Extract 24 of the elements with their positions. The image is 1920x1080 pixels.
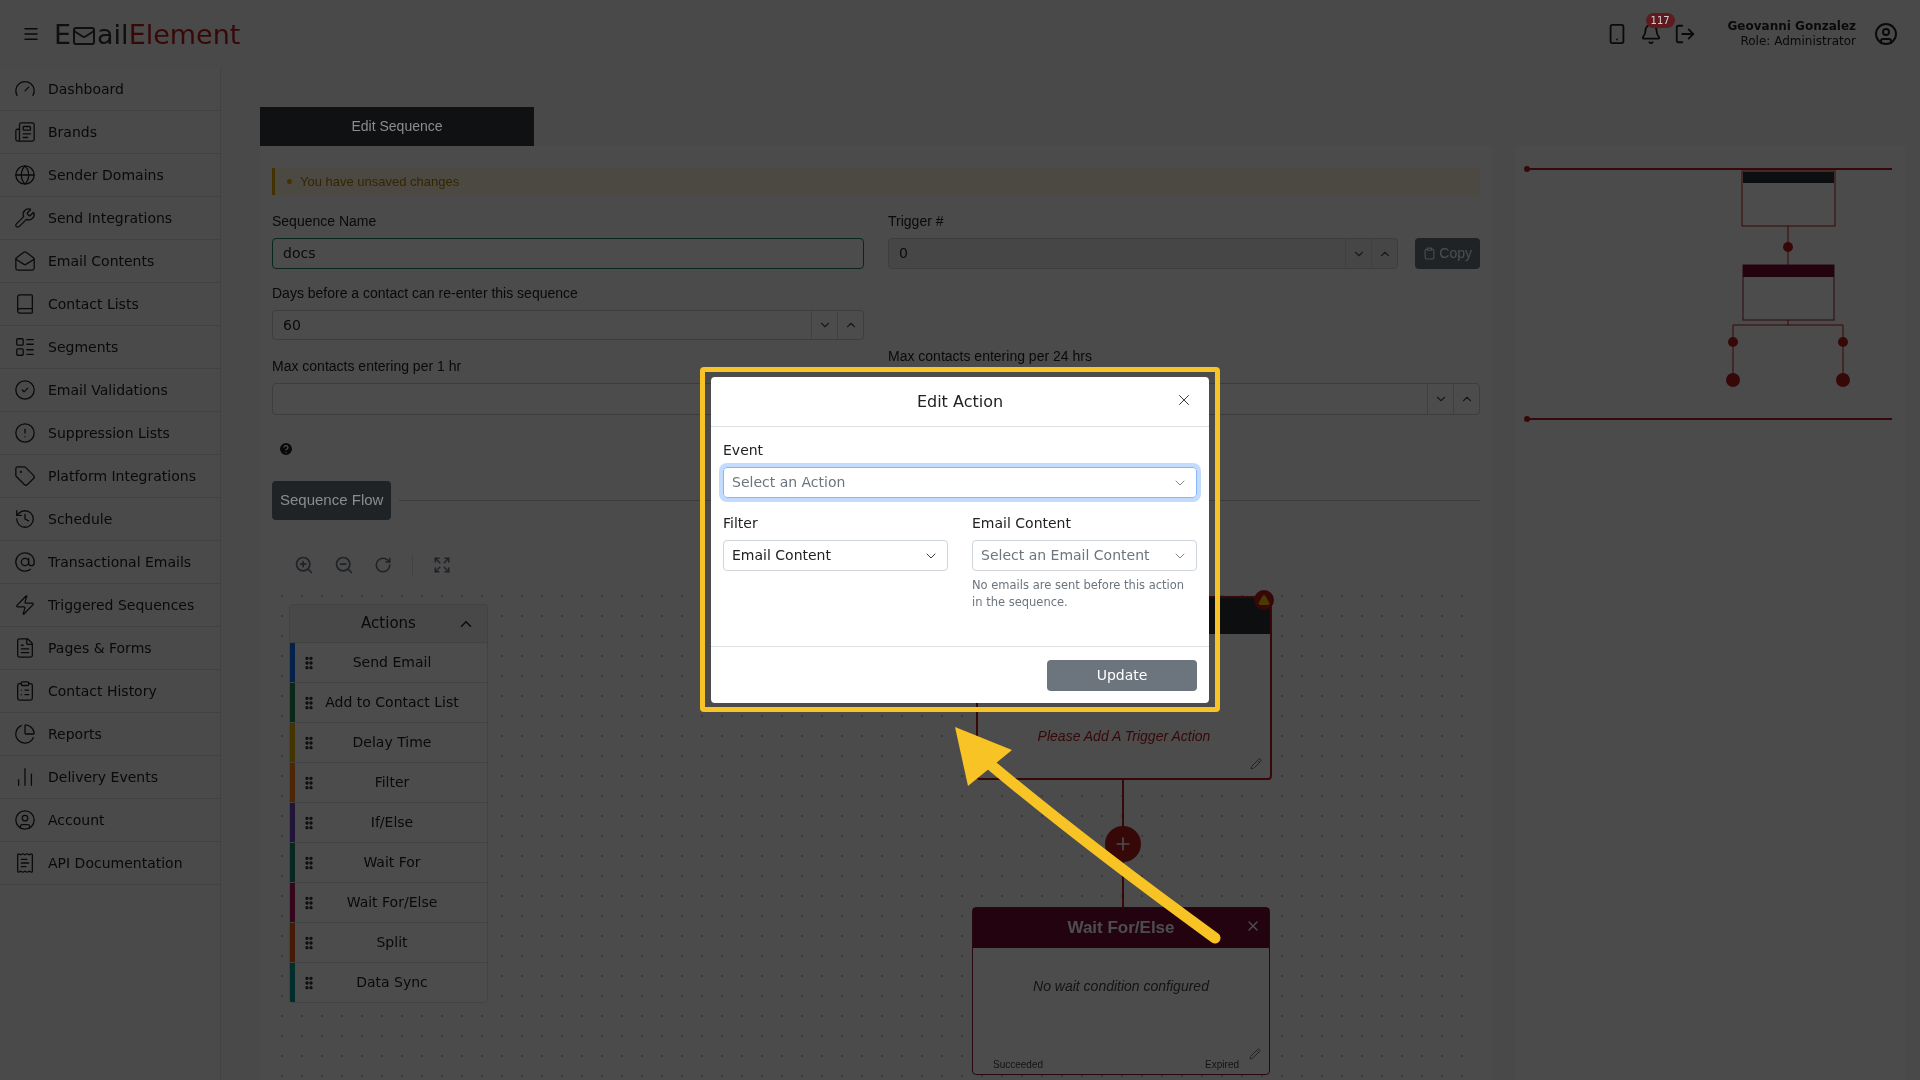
panel-title: Actions: [361, 613, 416, 635]
node-title: Wait For/Else: [1067, 917, 1175, 940]
logo-text: Element: [128, 20, 241, 48]
field-label: Sequence Name: [272, 212, 378, 231]
user-role: Role: Administrator: [1739, 34, 1856, 49]
outcome-label: Expired: [1205, 1058, 1239, 1072]
logo-text: ail: [97, 20, 129, 48]
field-label: Max contacts entering per 1 hr: [272, 357, 463, 376]
field-label: Max contacts entering per 24 hrs: [888, 347, 1093, 366]
node-message: No wait condition configured: [1032, 977, 1211, 996]
email-content-select[interactable]: Select an Email Content: [972, 540, 1197, 571]
update-button[interactable]: Update: [1047, 659, 1197, 691]
field-label: Event: [723, 441, 765, 460]
logo-text: E: [54, 20, 72, 48]
field-label: Filter: [723, 514, 759, 533]
user-name: Geovanni Gonzalez: [1727, 19, 1856, 34]
sequence-flow-button[interactable]: Sequence Flow: [272, 481, 392, 520]
field-label: Days before a contact can re-enter this sequence: [272, 284, 579, 303]
node-message: Please Add A Trigger Action: [1036, 727, 1212, 746]
field-label: Trigger #: [888, 212, 945, 231]
dialog-title: Edit Action: [916, 390, 1004, 413]
field-label: Email Content: [972, 514, 1072, 533]
help-text: No emails are sent before this action in the sequence.: [972, 577, 1186, 611]
filter-select[interactable]: Email Content: [723, 540, 948, 571]
